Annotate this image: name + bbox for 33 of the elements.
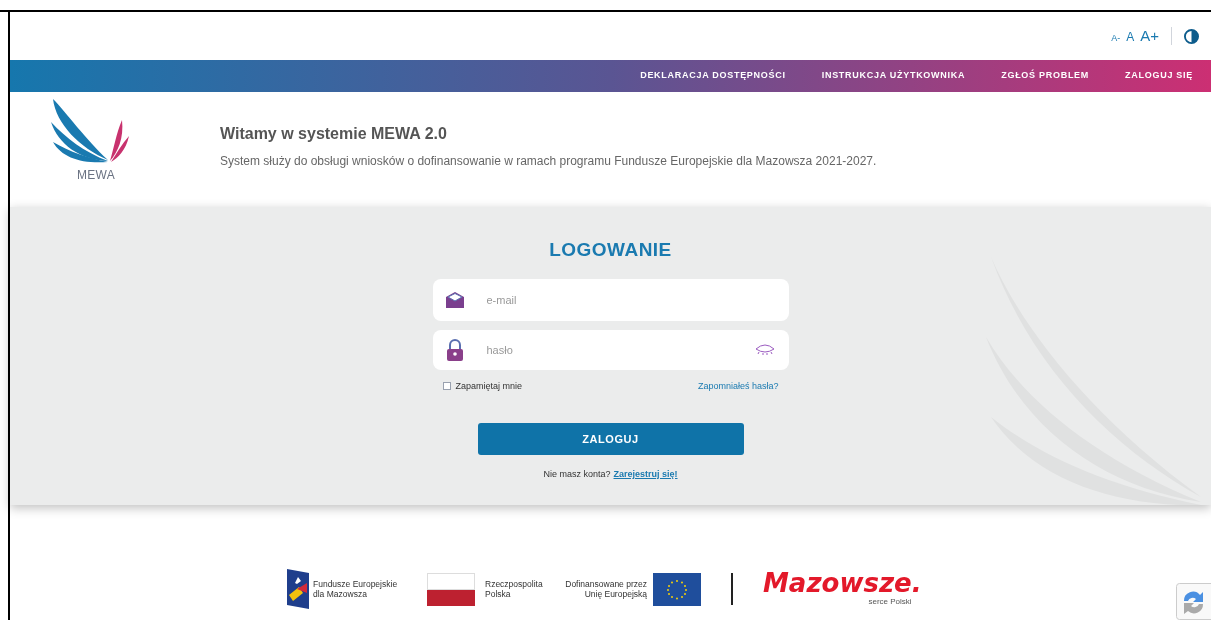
welcome-description: System służy do obsługi wniosków o dofinansowanie w ramach programu Fundusze Europejskie dla Mazowsza 2021-2027. [220, 153, 877, 170]
eu-funds-logo-icon [287, 569, 309, 609]
font-size-button[interactable]: A [1126, 27, 1135, 46]
polish-flag-icon [427, 572, 475, 606]
contrast-icon[interactable] [1184, 28, 1199, 44]
forgot-password-link[interactable]: Zapomniałeś hasła? [697, 379, 779, 393]
mazowsze-logo-text: Mazowsze. [763, 570, 922, 596]
nav-link[interactable]: ZGŁOŚ PROBLEM [1001, 69, 1090, 83]
register-link[interactable]: Zarejestruj się! [613, 468, 678, 482]
register-prompt: Nie masz konta? [543, 468, 611, 481]
mazowsze-tagline: serce Polski [868, 596, 912, 608]
remember-checkbox[interactable] [442, 382, 451, 391]
email-field[interactable]: e-mail [432, 278, 789, 321]
login-title: LOGOWANIE [549, 238, 672, 262]
envelope-icon [444, 290, 465, 309]
nav-link[interactable]: DEKLARACJA DOSTĘPNOŚCI [640, 69, 786, 83]
login-button[interactable]: ZALOGUJ [477, 423, 744, 455]
recaptcha-icon [1176, 583, 1211, 620]
password-field[interactable]: hasło [432, 329, 789, 370]
padlock-icon [444, 337, 465, 362]
closed-eye-icon[interactable] [754, 343, 775, 356]
nav-link[interactable]: ZALOGUJ SIĘ [1125, 69, 1193, 83]
nav-link[interactable]: INSTRUKCJA UŻYTKOWNIKA [821, 69, 966, 83]
eu-flag-icon [653, 572, 701, 606]
font-size-button[interactable]: A- [1111, 31, 1121, 46]
republic-text: Rzeczpospolita Polska [485, 579, 544, 599]
eu-funds-text: Fundusze Europejskie dla Mazowsza [313, 579, 399, 599]
welcome-title: Witamy w systemie MEWA 2.0 [220, 124, 448, 144]
logo-text: MEWA [77, 167, 116, 184]
font-size-button[interactable]: A+ [1140, 24, 1159, 48]
wing-logo-icon [50, 98, 130, 164]
remember-label: Zapamiętaj mnie [455, 379, 523, 393]
eu-cofunding-text: Dofinansowane przez Unię Europejską [564, 579, 647, 599]
